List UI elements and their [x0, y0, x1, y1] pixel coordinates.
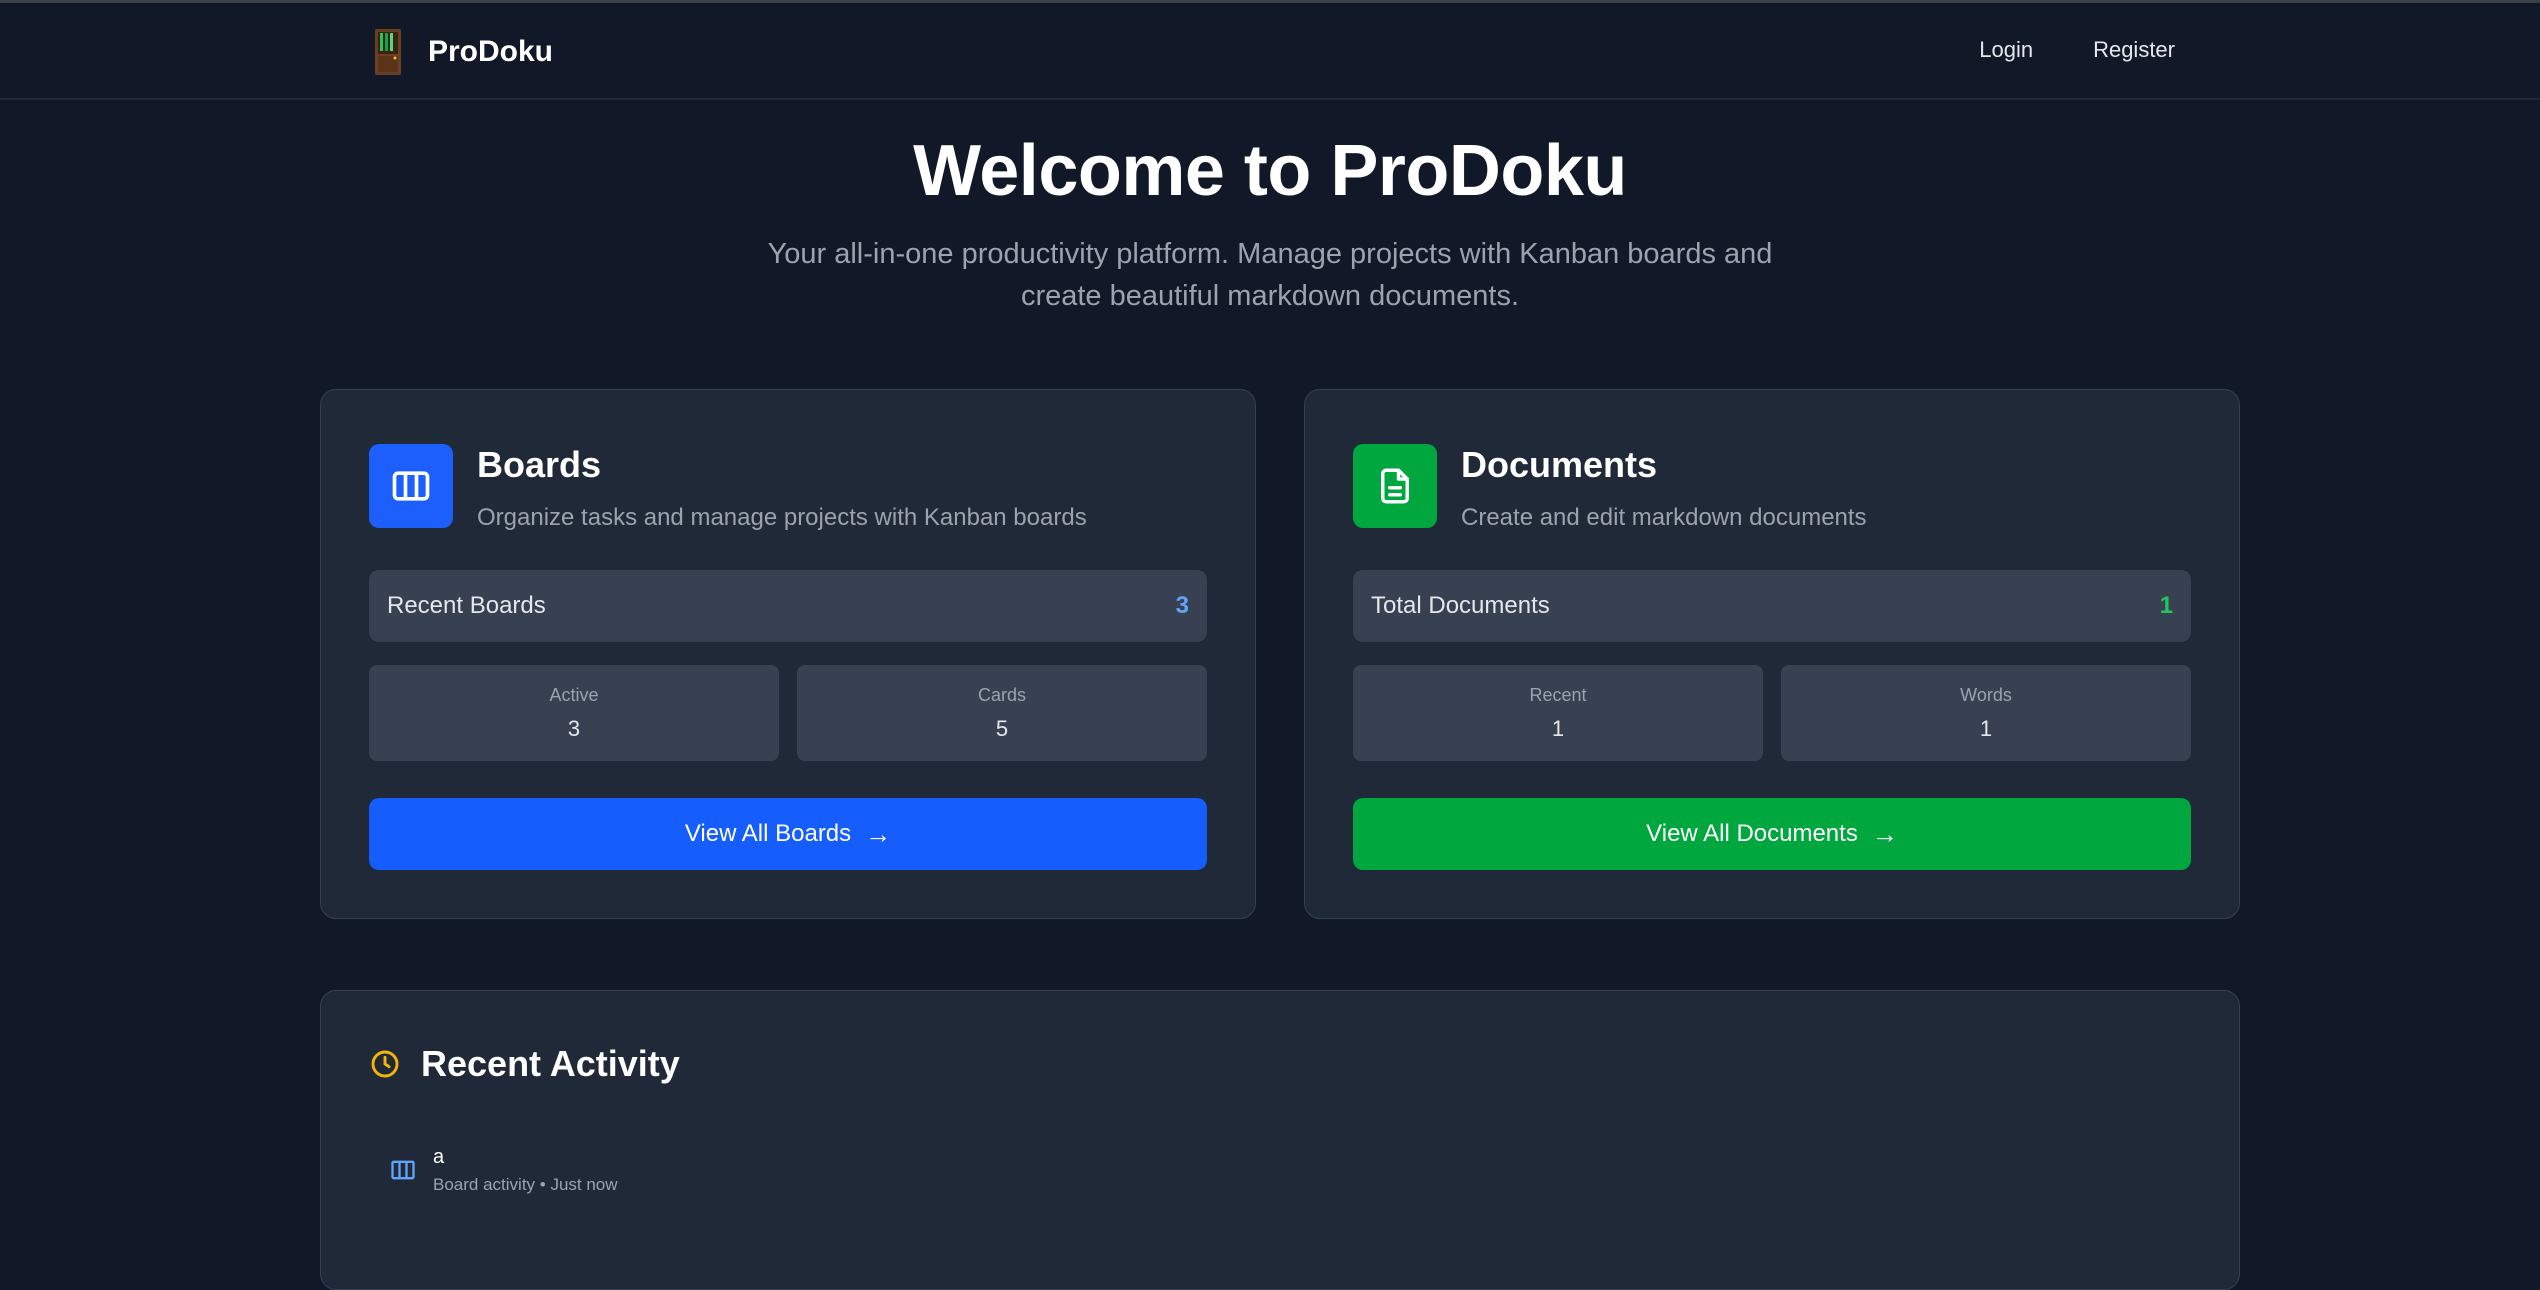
documents-words-stat: Words 1: [1781, 665, 2191, 761]
stat-label: Cards: [977, 685, 1026, 705]
recent-boards-label: Recent Boards: [387, 592, 546, 619]
stat-value: 1: [1551, 716, 1565, 741]
nav-links: Login Register: [1979, 37, 2175, 63]
hero-title: Welcome to ProDoku: [913, 131, 1627, 211]
documents-description: Create and edit markdown documents: [1461, 504, 1867, 531]
register-link[interactable]: Register: [2093, 37, 2175, 63]
stat-value: 5: [995, 716, 1009, 741]
recent-activity-panel: Recent Activity a Board activity • Just …: [320, 990, 2240, 1290]
hero-subtitle: Your all-in-one productivity platform. M…: [767, 238, 1773, 312]
button-label: View All Documents: [1646, 820, 1858, 847]
recent-activity-header: Recent Activity: [369, 1043, 680, 1085]
stat-label: Active: [549, 685, 599, 705]
total-documents-count: 1: [2159, 592, 2173, 619]
activity-item-meta: Board activity • Just now: [433, 1175, 618, 1194]
arrow-right-icon: →: [865, 818, 892, 849]
boards-active-stat: Active 3: [369, 665, 779, 761]
kanban-icon: [391, 1160, 415, 1180]
document-icon: [1353, 444, 1437, 528]
boards-card: Boards Organize tasks and manage project…: [320, 389, 1256, 919]
kanban-icon: [369, 444, 453, 528]
documents-card-header: Documents Create and edit markdown docum…: [1353, 444, 1867, 532]
stat-label: Recent: [1529, 685, 1587, 705]
recent-boards-count: 3: [1175, 592, 1189, 619]
recent-activity-title: Recent Activity: [421, 1043, 680, 1084]
total-documents-label: Total Documents: [1371, 592, 1550, 619]
button-label: View All Boards: [684, 820, 852, 847]
navbar: ProDoku Login Register: [0, 3, 2540, 100]
login-link[interactable]: Login: [1979, 37, 2033, 63]
documents-card: Documents Create and edit markdown docum…: [1304, 389, 2240, 919]
activity-item[interactable]: a Board activity • Just now: [389, 1146, 618, 1195]
recent-boards-stat: Recent Boards 3: [369, 570, 1207, 642]
brand-name: ProDoku: [428, 35, 554, 68]
brand[interactable]: ProDoku: [374, 27, 553, 77]
boards-card-header: Boards Organize tasks and manage project…: [369, 444, 1087, 532]
stat-value: 1: [1979, 716, 1993, 741]
activity-item-name: a: [433, 1146, 445, 1168]
boards-description: Organize tasks and manage projects with …: [477, 504, 1087, 531]
documents-recent-stat: Recent 1: [1353, 665, 1763, 761]
stat-value: 3: [567, 716, 581, 741]
documents-title: Documents: [1461, 444, 1658, 485]
door-logo-icon: [375, 29, 401, 75]
arrow-right-icon: →: [1871, 818, 1898, 849]
view-all-documents-button[interactable]: View All Documents →: [1353, 798, 2191, 870]
boards-cards-stat: Cards 5: [797, 665, 1207, 761]
stat-label: Words: [1960, 685, 2012, 705]
view-all-boards-button[interactable]: View All Boards →: [369, 798, 1207, 870]
boards-title: Boards: [477, 444, 602, 485]
total-documents-stat: Total Documents 1: [1353, 570, 2191, 642]
clock-icon: [371, 1050, 399, 1078]
